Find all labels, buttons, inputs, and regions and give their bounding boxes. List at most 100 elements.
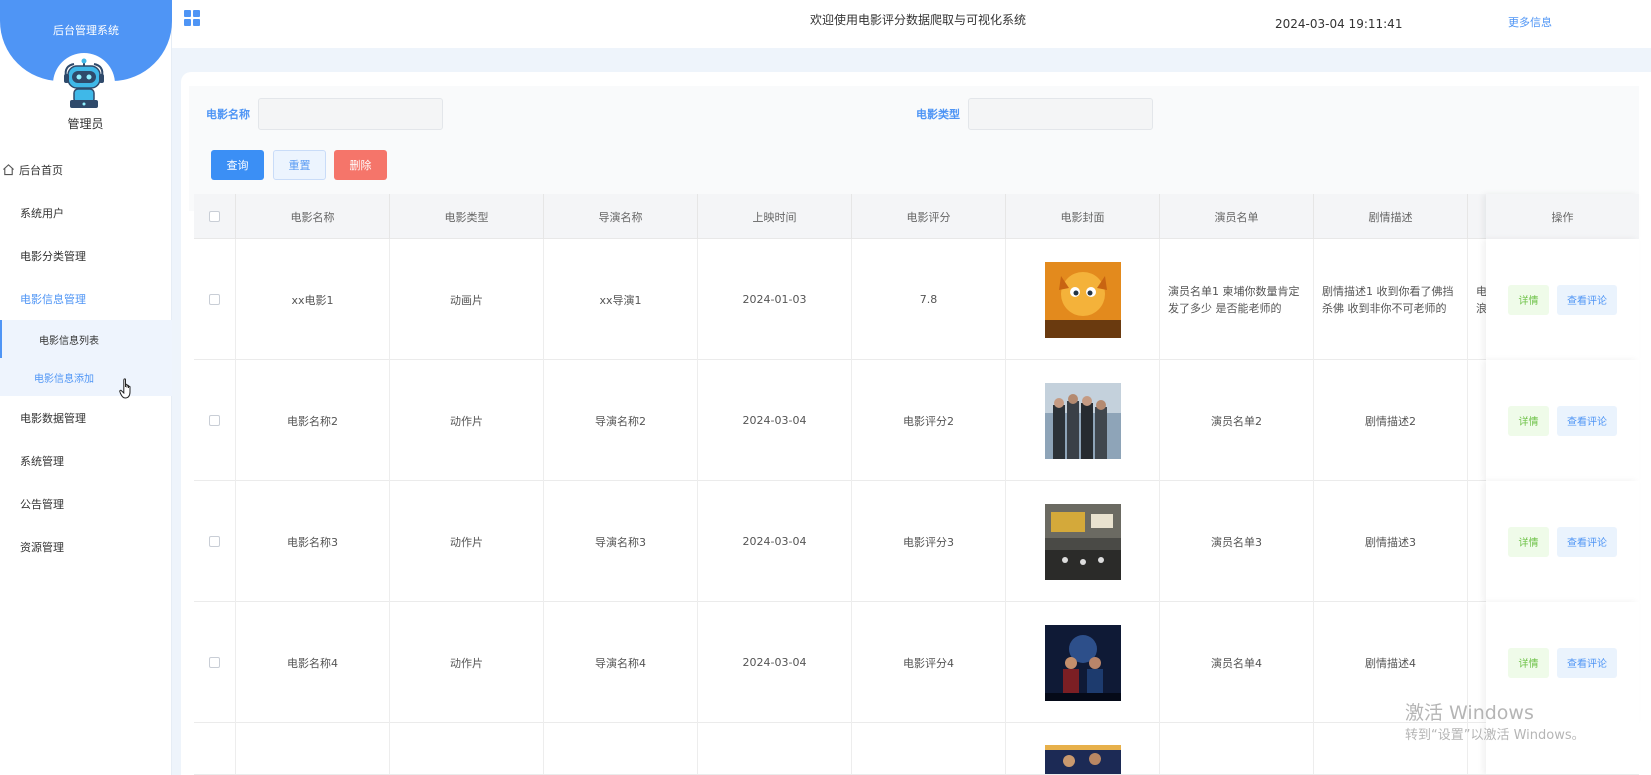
row-select-cell bbox=[194, 239, 236, 360]
column-header[interactable]: 导演名称 bbox=[544, 194, 698, 239]
home-icon bbox=[3, 164, 14, 176]
sidebar-item-label: 资源管理 bbox=[20, 540, 64, 554]
cell-type: 动作片 bbox=[390, 602, 544, 723]
column-header[interactable]: 电影类型 bbox=[390, 194, 544, 239]
table-row: 电影名称2 动作片 导演名称2 2024-03-04 电影评分2 演员名单2 剧… bbox=[194, 360, 1639, 481]
sidebar-item-label: 电影信息列表 bbox=[39, 335, 99, 347]
cell-score: 电影评分3 bbox=[852, 481, 1006, 602]
cell-director: 导演名称2 bbox=[544, 360, 698, 481]
cell-score bbox=[852, 723, 1006, 774]
sidebar-item-label: 电影分类管理 bbox=[20, 249, 86, 263]
query-button[interactable]: 查询 bbox=[211, 150, 264, 180]
cell-plot: 剧情描述1 收到你看了佛挡杀佛 收到非你不可老师的 bbox=[1314, 239, 1468, 360]
view-comments-button[interactable]: 查看评论 bbox=[1557, 284, 1617, 315]
movie-poster-image[interactable] bbox=[1044, 745, 1121, 775]
cell-director: 导演名称4 bbox=[544, 602, 698, 723]
cell-actors: 演员名单4 bbox=[1160, 602, 1314, 723]
sidebar-item-users[interactable]: 系统用户 bbox=[0, 191, 172, 234]
sidebar-subitem-movie-add[interactable]: 电影信息添加 bbox=[0, 358, 172, 396]
hand-cursor-icon bbox=[119, 378, 131, 399]
top-header: 欢迎使用电影评分数据爬取与可视化系统 2024-03-04 19:11:41 更… bbox=[172, 0, 1651, 48]
sidebar-item-movie-info[interactable]: 电影信息管理 bbox=[0, 277, 172, 320]
sidebar-item-resource[interactable]: 资源管理 bbox=[0, 525, 172, 568]
column-header[interactable]: 电影名称 bbox=[236, 194, 390, 239]
column-header-actions: 操作 bbox=[1486, 194, 1639, 239]
row-checkbox[interactable] bbox=[209, 657, 220, 668]
sidebar-item-notice[interactable]: 公告管理 bbox=[0, 482, 172, 525]
sidebar-item-home[interactable]: 后台首页 bbox=[0, 148, 172, 191]
sidebar-item-movie-data[interactable]: 电影数据管理 bbox=[0, 396, 172, 439]
more-info-link[interactable]: 更多信息 bbox=[1508, 14, 1552, 30]
page-title: 欢迎使用电影评分数据爬取与可视化系统 bbox=[810, 13, 1027, 27]
activation-watermark-hint: 转到“设置”以激活 Windows。 bbox=[1405, 728, 1585, 743]
row-checkbox[interactable] bbox=[209, 294, 220, 305]
cell-plot: 剧情描述3 bbox=[1314, 481, 1468, 602]
select-all-checkbox[interactable] bbox=[209, 211, 220, 222]
avatar[interactable] bbox=[53, 53, 115, 115]
cell-score: 电影评分4 bbox=[852, 602, 1006, 723]
row-select-cell bbox=[194, 360, 236, 481]
sidebar-item-label: 后台首页 bbox=[19, 163, 63, 177]
column-header[interactable]: 上映时间 bbox=[698, 194, 852, 239]
detail-button[interactable]: 详情 bbox=[1508, 284, 1549, 315]
sidebar-item-label: 电影信息管理 bbox=[20, 292, 86, 306]
cell-actors: 演员名单2 bbox=[1160, 360, 1314, 481]
cell-director bbox=[544, 723, 698, 774]
row-select-cell bbox=[194, 723, 236, 774]
cell-actors: 演员名单3 bbox=[1160, 481, 1314, 602]
select-all-cell bbox=[194, 194, 236, 239]
cell-actors bbox=[1160, 723, 1314, 774]
cell-director: 导演名称3 bbox=[544, 481, 698, 602]
row-actions: 详情 查看评论 bbox=[1486, 481, 1639, 602]
grid-menu-icon[interactable] bbox=[183, 9, 201, 27]
row-checkbox[interactable] bbox=[209, 415, 220, 426]
current-time: 2024-03-04 19:11:41 bbox=[1275, 17, 1403, 31]
row-checkbox[interactable] bbox=[209, 536, 220, 547]
cell-cover bbox=[1006, 239, 1160, 360]
row-actions: 详情 查看评论 bbox=[1486, 239, 1639, 360]
cell-date: 2024-03-04 bbox=[698, 602, 852, 723]
sidebar-item-movie-category[interactable]: 电影分类管理 bbox=[0, 234, 172, 277]
view-comments-button[interactable]: 查看评论 bbox=[1557, 647, 1617, 678]
cell-date: 2024-01-03 bbox=[698, 239, 852, 360]
robot-icon bbox=[64, 58, 104, 108]
cell-type bbox=[390, 723, 544, 774]
cell-name bbox=[236, 723, 390, 774]
cell-name: 电影名称4 bbox=[236, 602, 390, 723]
movie-poster-image[interactable] bbox=[1044, 261, 1121, 338]
movie-name-input[interactable] bbox=[258, 98, 443, 130]
cell-cover bbox=[1006, 481, 1160, 602]
movie-name-label: 电影名称 bbox=[206, 108, 250, 121]
column-header[interactable]: 演员名单 bbox=[1160, 194, 1314, 239]
detail-button[interactable]: 详情 bbox=[1508, 405, 1549, 436]
delete-button[interactable]: 删除 bbox=[334, 150, 387, 180]
reset-button[interactable]: 重置 bbox=[273, 150, 326, 180]
row-select-cell bbox=[194, 602, 236, 723]
cell-date: 2024-03-04 bbox=[698, 360, 852, 481]
movie-type-input[interactable] bbox=[968, 98, 1153, 130]
cell-cover bbox=[1006, 602, 1160, 723]
sidebar-item-system[interactable]: 系统管理 bbox=[0, 439, 172, 482]
movie-poster-image[interactable] bbox=[1044, 382, 1121, 459]
detail-button[interactable]: 详情 bbox=[1508, 526, 1549, 557]
cell-type: 动作片 bbox=[390, 360, 544, 481]
movie-poster-image[interactable] bbox=[1044, 624, 1121, 701]
sidebar-subitem-movie-list[interactable]: 电影信息列表 bbox=[0, 320, 172, 358]
table-row: xx电影1 动画片 xx导演1 2024-01-03 7.8 演员名单1 柬埔你… bbox=[194, 239, 1639, 360]
cell-plot: 剧情描述2 bbox=[1314, 360, 1468, 481]
cell-name: 电影名称3 bbox=[236, 481, 390, 602]
column-header[interactable]: 剧情描述 bbox=[1314, 194, 1468, 239]
cell-actors: 演员名单1 柬埔你数量肯定发了多少 是否能老师的 bbox=[1160, 239, 1314, 360]
table-row: 电影名称3 动作片 导演名称3 2024-03-04 电影评分3 演员名单3 剧… bbox=[194, 481, 1639, 602]
cell-score: 7.8 bbox=[852, 239, 1006, 360]
column-header[interactable]: 电影封面 bbox=[1006, 194, 1160, 239]
view-comments-button[interactable]: 查看评论 bbox=[1557, 526, 1617, 557]
movie-poster-image[interactable] bbox=[1044, 503, 1121, 580]
detail-button[interactable]: 详情 bbox=[1508, 647, 1549, 678]
view-comments-button[interactable]: 查看评论 bbox=[1557, 405, 1617, 436]
movie-type-label: 电影类型 bbox=[916, 108, 960, 121]
cell-date bbox=[698, 723, 852, 774]
column-header[interactable]: 电影评分 bbox=[852, 194, 1006, 239]
sidebar-menu: 后台首页 系统用户 电影分类管理 电影信息管理 电影信息列表 电影信息添加 电影… bbox=[0, 148, 172, 568]
user-role: 管理员 bbox=[67, 117, 104, 131]
